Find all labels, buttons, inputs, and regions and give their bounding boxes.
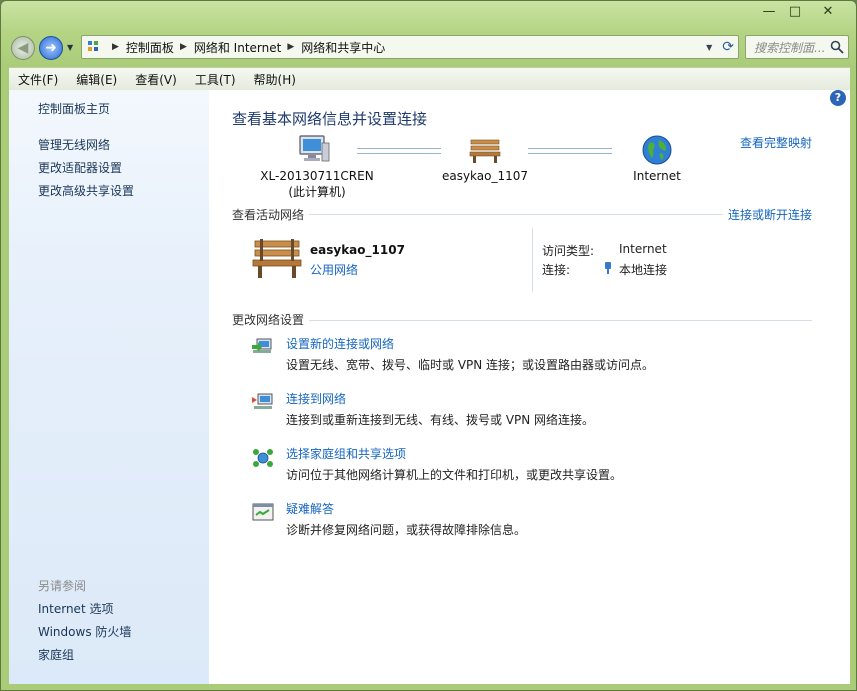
refresh-icon[interactable]: ⟳ — [722, 39, 734, 55]
see-also-internet-options[interactable]: Internet 选项 — [38, 600, 113, 617]
divider — [309, 320, 812, 321]
task-setup-new-connection[interactable]: 设置新的连接或网络 — [286, 335, 394, 352]
active-network-name: easykao_1107 — [310, 243, 405, 257]
access-type-label: 访问类型: — [542, 244, 595, 258]
chevron-right-icon[interactable]: ▶ — [180, 42, 187, 52]
local-connection-link[interactable]: 本地连接 — [619, 261, 667, 278]
control-panel-icon — [88, 41, 98, 51]
recent-pages-dropdown-icon[interactable]: ▼ — [67, 43, 73, 52]
menu-tools[interactable]: 工具(T) — [186, 71, 245, 88]
see-also-windows-firewall[interactable]: Windows 防火墙 — [38, 623, 131, 640]
main-panel: ? 查看基本网络信息并设置连接 查看完整映射 XL-20130711CREN (… — [209, 90, 850, 684]
page-title: 查看基本网络信息并设置连接 — [232, 110, 428, 128]
task-homegroup-sharing[interactable]: 选择家庭组和共享选项 — [286, 445, 406, 462]
minimize-button[interactable]: — — [756, 1, 782, 21]
internet-node-label[interactable]: Internet — [622, 169, 692, 183]
maximize-button[interactable]: □ — [782, 1, 808, 21]
computer-name: XL-20130711CREN — [260, 169, 374, 183]
menu-edit[interactable]: 编辑(E) — [67, 71, 126, 88]
globe-icon — [642, 135, 672, 165]
task-connect-to-network-desc: 连接到或重新连接到无线、有线、拨号或 VPN 网络连接。 — [286, 413, 595, 427]
task-setup-new-connection-desc: 设置无线、宽带、拨号、临时或 VPN 连接；或设置路由器或访问点。 — [286, 358, 655, 372]
homegroup-icon — [253, 449, 273, 467]
address-dropdown-icon[interactable]: ▼ — [706, 43, 712, 52]
sidebar: 控制面板主页 管理无线网络 更改适配器设置 更改高级共享设置 另请参阅 Inte… — [9, 90, 209, 684]
window-frame: — □ ✕ ◀ ➜ ▼ ▶ 控制面板 ▶ 网络和 Internet ▶ 网络和共享中… — [0, 0, 857, 691]
forward-button[interactable]: ➜ — [39, 36, 63, 60]
menu-help[interactable]: 帮助(H) — [245, 71, 305, 88]
network-type-link[interactable]: 公用网络 — [310, 261, 358, 278]
sidebar-link-adapter-settings[interactable]: 更改适配器设置 — [38, 159, 122, 176]
bench-icon — [469, 139, 501, 163]
breadcrumb-network-sharing-center[interactable]: 网络和共享中心 — [301, 39, 385, 56]
ethernet-plug-icon — [605, 262, 611, 274]
back-button[interactable]: ◀ — [11, 36, 35, 60]
divider — [309, 214, 723, 215]
menu-view[interactable]: 查看(V) — [126, 71, 186, 88]
network-bench-icon — [252, 239, 302, 278]
task-homegroup-sharing-desc: 访问位于其他网络计算机上的文件和打印机，或更改共享设置。 — [286, 468, 623, 482]
see-also-heading: 另请参阅 — [38, 579, 87, 593]
close-button[interactable]: ✕ — [808, 1, 848, 21]
change-settings-heading: 更改网络设置 — [232, 313, 305, 327]
breadcrumb-control-panel[interactable]: 控制面板 ▶ — [126, 39, 194, 56]
active-networks-heading: 查看活动网络 — [232, 208, 305, 222]
computer-icon — [299, 135, 330, 162]
search-box[interactable]: 搜索控制面... — [745, 35, 849, 59]
computer-node-label: XL-20130711CREN (此计算机) — [252, 169, 382, 200]
connector-line — [528, 148, 612, 154]
task-connect-to-network[interactable]: 连接到网络 — [286, 390, 346, 407]
menu-file[interactable]: 文件(F) — [9, 71, 67, 88]
connector-line — [357, 148, 441, 154]
sidebar-link-advanced-sharing[interactable]: 更改高级共享设置 — [38, 182, 134, 199]
address-bar[interactable]: ▶ 控制面板 ▶ 网络和 Internet ▶ 网络和共享中心 ▼ ⟳ — [81, 35, 739, 59]
troubleshoot-icon — [252, 503, 274, 521]
new-connection-icon — [252, 338, 272, 353]
address-bar-controls: ▼ ⟳ — [706, 39, 734, 55]
sidebar-link-manage-wireless[interactable]: 管理无线网络 — [38, 136, 110, 153]
search-icon[interactable] — [829, 39, 845, 55]
full-map-link[interactable]: 查看完整映射 — [740, 134, 812, 151]
sidebar-link-control-panel-home[interactable]: 控制面板主页 — [38, 100, 110, 117]
vertical-divider — [532, 228, 533, 292]
connect-disconnect-link[interactable]: 连接或断开连接 — [728, 206, 812, 223]
task-troubleshoot[interactable]: 疑难解答 — [286, 500, 334, 517]
connection-label: 连接: — [542, 263, 571, 277]
see-also-homegroup[interactable]: 家庭组 — [38, 646, 74, 663]
access-type-value: Internet — [619, 242, 667, 256]
chevron-right-icon[interactable]: ▶ — [287, 42, 294, 52]
content-area: 控制面板主页 管理无线网络 更改适配器设置 更改高级共享设置 另请参阅 Inte… — [9, 90, 850, 684]
task-troubleshoot-desc: 诊断并修复网络问题，或获得故障排除信息。 — [286, 523, 527, 537]
caption-buttons: — □ ✕ — [756, 1, 848, 21]
help-icon[interactable]: ? — [830, 90, 846, 106]
breadcrumb-network-internet[interactable]: 网络和 Internet ▶ — [194, 39, 301, 56]
search-input[interactable]: 搜索控制面... — [746, 39, 829, 56]
menu-bar: 文件(F) 编辑(E) 查看(V) 工具(T) 帮助(H) — [9, 67, 850, 91]
network-node-label[interactable]: easykao_1107 — [435, 169, 535, 183]
navigation-bar: ◀ ➜ ▼ ▶ 控制面板 ▶ 网络和 Internet ▶ 网络和共享中心 ▼ ⟳ … — [1, 31, 856, 63]
connect-network-icon — [252, 393, 273, 409]
chevron-right-icon[interactable]: ▶ — [112, 42, 119, 52]
computer-caption: (此计算机) — [288, 185, 346, 199]
